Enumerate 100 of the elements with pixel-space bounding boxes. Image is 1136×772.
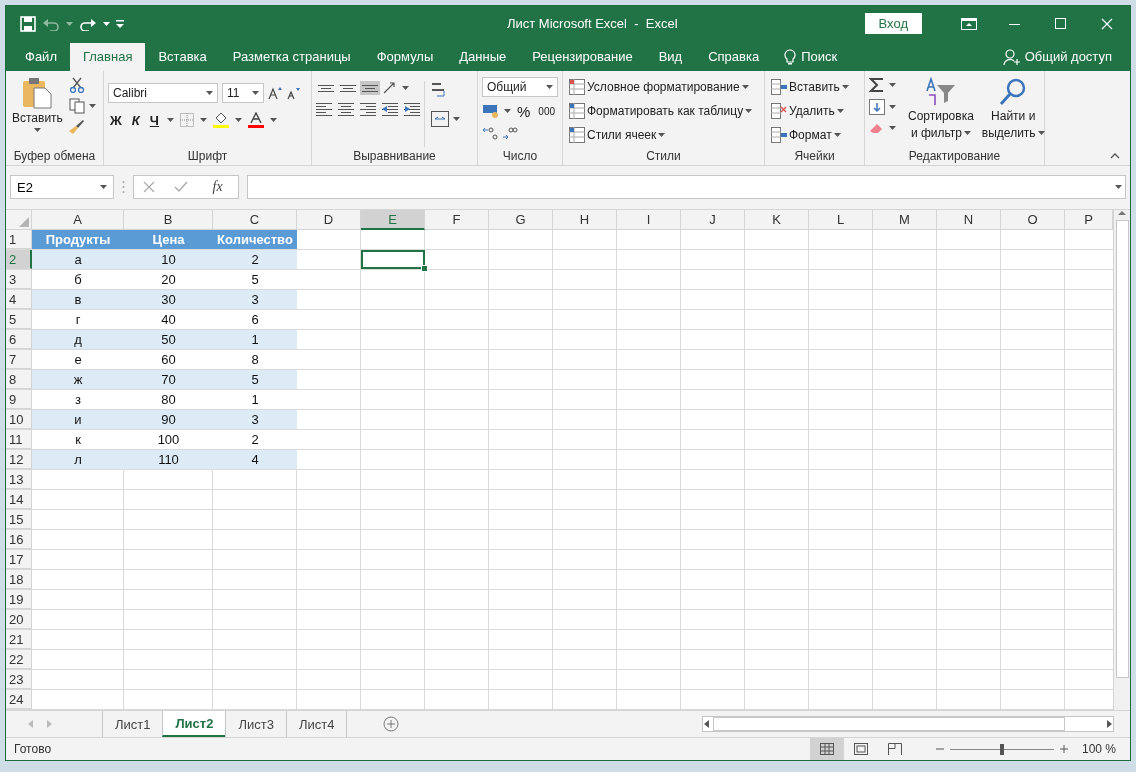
- column-header[interactable]: A: [32, 210, 124, 230]
- column-header[interactable]: I: [617, 210, 681, 230]
- scroll-right-icon[interactable]: [1105, 720, 1113, 728]
- column-header[interactable]: O: [1001, 210, 1065, 230]
- increase-indent-icon[interactable]: [404, 100, 420, 117]
- save-icon[interactable]: [20, 15, 36, 32]
- column-header[interactable]: E: [361, 210, 425, 230]
- active-cell[interactable]: [361, 250, 425, 269]
- column-header[interactable]: P: [1065, 210, 1113, 230]
- row-header[interactable]: 7: [6, 350, 32, 369]
- row-header[interactable]: 18: [6, 570, 32, 589]
- row-header[interactable]: 11: [6, 430, 32, 449]
- row-header[interactable]: 2: [6, 250, 32, 269]
- increase-font-icon[interactable]: [268, 85, 282, 100]
- zoom-in-icon[interactable]: [1059, 745, 1068, 753]
- column-header[interactable]: D: [297, 210, 361, 230]
- fill-handle[interactable]: [421, 265, 428, 272]
- row-header[interactable]: 9: [6, 390, 32, 409]
- vertical-scrollbar[interactable]: [1113, 210, 1130, 710]
- scissors-icon[interactable]: [68, 76, 85, 93]
- row-header[interactable]: 4: [6, 290, 32, 309]
- row-header[interactable]: 6: [6, 330, 32, 349]
- decrease-indent-icon[interactable]: [382, 100, 398, 117]
- customize-icon[interactable]: [116, 19, 124, 28]
- column-header[interactable]: H: [553, 210, 617, 230]
- row-header[interactable]: 16: [6, 530, 32, 549]
- share-label[interactable]: Общий доступ: [1024, 49, 1112, 65]
- formula-input[interactable]: [247, 175, 1126, 200]
- ribbon-tab[interactable]: Разметка страницы: [219, 42, 364, 71]
- bottom-align-button[interactable]: [360, 80, 380, 95]
- align-center-icon[interactable]: [338, 100, 354, 117]
- currency-icon[interactable]: [482, 104, 500, 119]
- row-header[interactable]: 15: [6, 510, 32, 529]
- column-header[interactable]: G: [489, 210, 553, 230]
- horizontal-scrollbar[interactable]: [702, 716, 1114, 732]
- maximize-icon[interactable]: [1055, 17, 1067, 30]
- font-size-field[interactable]: 11: [222, 82, 264, 103]
- percent-button[interactable]: %: [515, 100, 533, 122]
- row-header[interactable]: 22: [6, 650, 32, 669]
- row-header[interactable]: 17: [6, 550, 32, 569]
- ribbon-tab[interactable]: Вставка: [145, 42, 220, 71]
- row-header[interactable]: 12: [6, 450, 32, 469]
- paste-button[interactable]: Вставить: [10, 74, 65, 147]
- bold-button[interactable]: Ж: [108, 110, 124, 130]
- number-format-field[interactable]: Общий: [482, 76, 558, 97]
- collapse-ribbon-icon[interactable]: [1110, 152, 1120, 159]
- column-header[interactable]: B: [124, 210, 213, 230]
- ribbon-tab[interactable]: Вид: [645, 42, 696, 71]
- column-header[interactable]: N: [937, 210, 1001, 230]
- column-header[interactable]: M: [873, 210, 937, 230]
- row-header[interactable]: 24: [6, 690, 32, 709]
- brush-icon[interactable]: [68, 118, 85, 135]
- ribbon-tab[interactable]: Справка: [695, 42, 773, 71]
- search-label[interactable]: Поиск: [801, 49, 838, 65]
- insert-function-button[interactable]: fx: [206, 178, 229, 197]
- scroll-thumb[interactable]: [1115, 220, 1129, 678]
- column-header[interactable]: L: [809, 210, 873, 230]
- row-header[interactable]: 1: [6, 230, 32, 249]
- column-header[interactable]: C: [213, 210, 297, 230]
- add-sheet-icon[interactable]: [383, 716, 400, 732]
- styles-menu-button[interactable]: Условное форматирование: [567, 76, 760, 97]
- person-add-icon[interactable]: [1002, 47, 1021, 66]
- fill-down-icon[interactable]: [869, 98, 885, 115]
- row-header[interactable]: 3: [6, 270, 32, 289]
- thousands-button[interactable]: 000: [536, 103, 558, 119]
- find-select-button[interactable]: Найти и выделить: [979, 74, 1047, 147]
- font-name-field[interactable]: Calibri: [108, 82, 218, 103]
- undo-icon[interactable]: [42, 16, 60, 31]
- normal-view-button[interactable]: [809, 738, 844, 760]
- lightbulb-icon[interactable]: [784, 48, 797, 65]
- ribbon-tab[interactable]: Файл: [12, 42, 70, 71]
- close-icon[interactable]: [1101, 17, 1113, 30]
- row-header[interactable]: 19: [6, 590, 32, 609]
- zoom-thumb[interactable]: [999, 743, 1004, 755]
- align-left-icon[interactable]: [316, 100, 332, 117]
- column-header[interactable]: J: [681, 210, 745, 230]
- copy-icon[interactable]: [68, 97, 85, 114]
- redo-icon[interactable]: [79, 16, 97, 31]
- ribbon-display-icon[interactable]: [961, 17, 977, 30]
- styles-menu-button[interactable]: Форматировать как таблицу: [567, 100, 760, 121]
- underline-button[interactable]: Ч: [147, 110, 161, 130]
- decrease-decimal-icon[interactable]: [502, 125, 518, 140]
- row-header[interactable]: 13: [6, 470, 32, 489]
- column-header[interactable]: F: [425, 210, 489, 230]
- merge-icon[interactable]: [431, 110, 449, 127]
- name-box[interactable]: E2: [10, 175, 114, 200]
- scroll-thumb[interactable]: [713, 717, 1065, 731]
- sum-icon[interactable]: [869, 76, 885, 93]
- cells-menu-button[interactable]: Удалить: [769, 100, 860, 121]
- ribbon-tab[interactable]: Формулы: [363, 42, 447, 71]
- decrease-font-icon[interactable]: [286, 85, 300, 100]
- cells-menu-button[interactable]: Формат: [769, 124, 860, 145]
- italic-button[interactable]: К: [129, 110, 142, 130]
- cells-menu-button[interactable]: Вставить: [769, 76, 860, 97]
- sort-filter-button[interactable]: Сортировка и фильтр: [906, 74, 976, 147]
- increase-decimal-icon[interactable]: [482, 125, 498, 140]
- row-header[interactable]: 21: [6, 630, 32, 649]
- column-header[interactable]: K: [745, 210, 809, 230]
- row-header[interactable]: 20: [6, 610, 32, 629]
- fill-color-icon[interactable]: [212, 112, 229, 129]
